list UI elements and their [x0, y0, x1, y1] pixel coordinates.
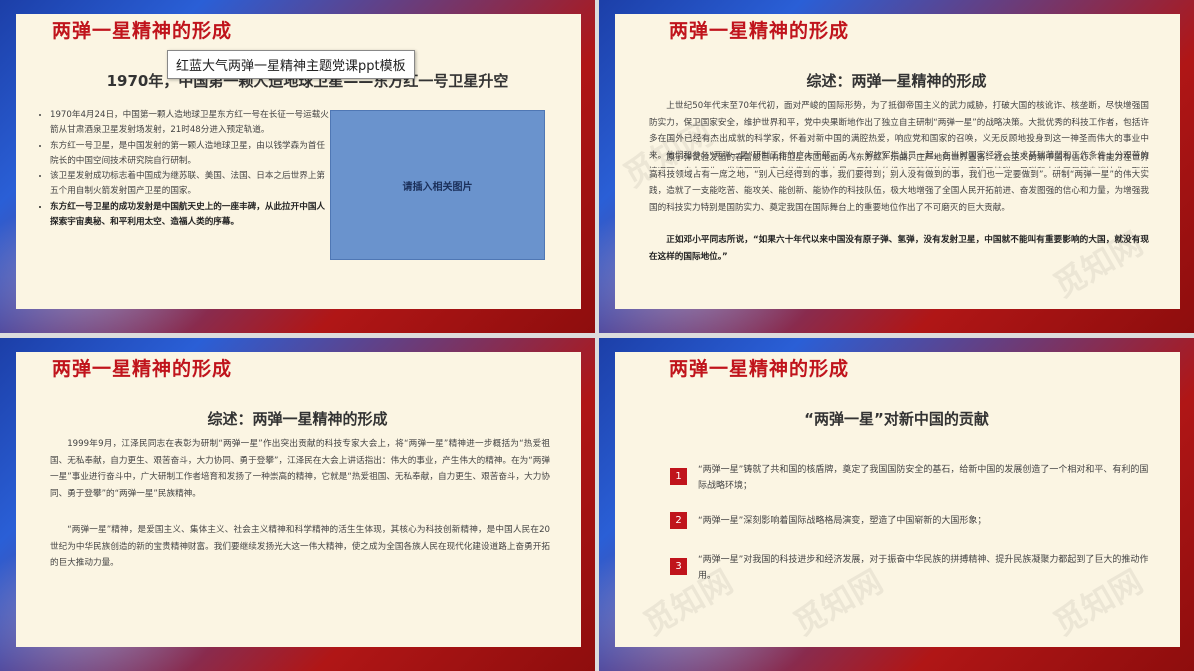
number-badge: 2	[670, 512, 687, 529]
slide-thumbnail-3[interactable]: 两弹一星精神的形成 综述：两弹一星精神的形成 1999年9月，江泽民同志在表彰为…	[0, 338, 595, 671]
slide-title: 两弹一星精神的形成	[669, 358, 850, 380]
paragraph: 1999年9月，江泽民同志在表彰为研制“两弹一星”作出突出贡献的科技专家大会上，…	[50, 439, 550, 499]
paragraph: 原子弹试验发出的春雷般巨响和卫星传回地面的《东方红》乐曲，庄严地向世界宣告：社会…	[649, 153, 1149, 213]
paragraph: 正如邓小平同志所说，“如果六十年代以来中国没有原子弹、氢弹，没有发射卫星，中国就…	[649, 235, 1149, 262]
slide-thumbnail-4[interactable]: 两弹一星精神的形成 “两弹一星”对新中国的贡献 觅知网 觅知网 觅知网	[599, 338, 1194, 671]
slide-title: 两弹一星精神的形成	[52, 358, 233, 380]
tooltip: 红蓝大气两弹一星精神主题党课ppt模板	[167, 50, 415, 79]
slide-subtitle: 综述：两弹一星精神的形成	[207, 410, 388, 428]
slide-subtitle: 综述：两弹一星精神的形成	[806, 72, 987, 90]
number-badge: 1	[670, 468, 687, 485]
bullet-item: 1970年4月24日，中国第一颗人造地球卫星东方红一号在长征一号运载火箭从甘肃酒…	[50, 108, 330, 139]
contribution-item: “两弹一星”铸就了共和国的核盾牌，奠定了我国国防安全的基石，给新中国的发展创造了…	[698, 465, 1149, 491]
contribution-item: “两弹一星”对我国的科技进步和经济发展，对于振奋中华民族的拼搏精神、提升民族凝聚…	[698, 555, 1149, 581]
slide-title: 两弹一星精神的形成	[52, 20, 233, 42]
bullet-list: 1970年4月24日，中国第一颗人造地球卫星东方红一号在长征一号运载火箭从甘肃酒…	[38, 108, 330, 230]
number-badge: 3	[670, 558, 687, 575]
contribution-item: “两弹一星”深刻影响着国际战略格局演变，塑造了中国崭新的大国形象；	[698, 516, 987, 526]
bullet-item: 该卫星发射成功标志着中国成为继苏联、美国、法国、日本之后世界上第五个用自制火箭发…	[50, 169, 330, 200]
paragraph: “两弹一星”精神，是爱国主义、集体主义、社会主义精神和科学精神的活生生体现，其核…	[50, 525, 550, 568]
slide-thumbnail-2[interactable]: 两弹一星精神的形成 综述：两弹一星精神的形成 上世纪50年代末至70年代初，面对…	[599, 0, 1194, 333]
bullet-item: 东方红一号卫星的成功发射是中国航天史上的一座丰碑，从此拉开中国人探索宇宙奥秘、和…	[50, 200, 330, 231]
image-placeholder[interactable]: 请插入相关图片	[330, 110, 545, 260]
bullet-item: 东方红一号卫星，是中国发射的第一颗人造地球卫星，由以钱学森为首任院长的中国空间技…	[50, 139, 330, 170]
slide-subtitle: “两弹一星”对新中国的贡献	[804, 410, 989, 428]
slide-panel	[615, 352, 1180, 647]
slide-title: 两弹一星精神的形成	[669, 20, 850, 42]
image-placeholder-label: 请插入相关图片	[402, 181, 473, 193]
